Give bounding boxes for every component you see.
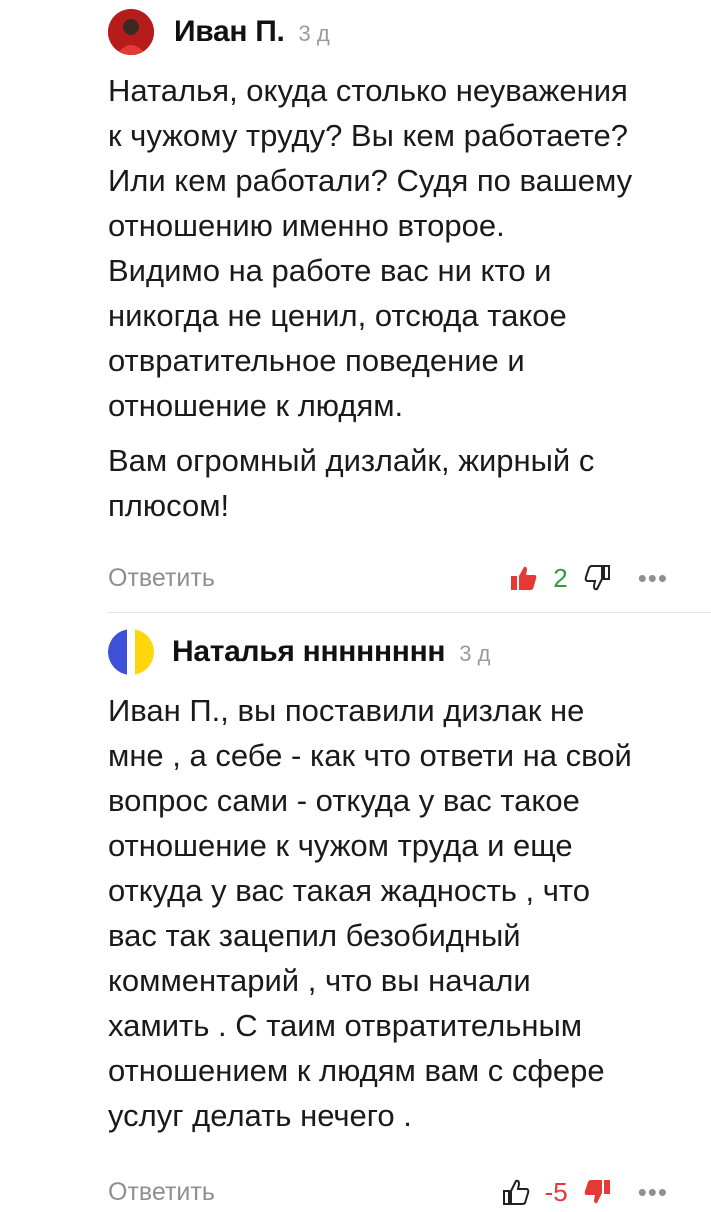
- thumbs-up-icon[interactable]: [509, 563, 539, 593]
- more-options-button[interactable]: •••: [638, 1177, 668, 1208]
- user-photo-icon: [108, 9, 154, 55]
- like-count: 2: [553, 562, 568, 593]
- comment-divider: [108, 612, 711, 613]
- comment-time: 3 д: [298, 21, 330, 46]
- author-name[interactable]: Иван П.: [174, 15, 285, 49]
- comment-paragraph: Иван П., вы поставили дизлак не мне , а …: [108, 693, 632, 1133]
- reply-button[interactable]: Ответить: [108, 1178, 215, 1207]
- reply-button[interactable]: Ответить: [108, 564, 215, 593]
- thumbs-up-icon[interactable]: [501, 1177, 531, 1207]
- avatar[interactable]: [108, 629, 154, 675]
- comment-body: Иван П., вы поставили дизлак не мне , а …: [108, 688, 688, 1148]
- like-count: -5: [544, 1176, 568, 1207]
- thumbs-down-icon[interactable]: [582, 563, 612, 593]
- comment-header: Наталья нннннннн 3 д: [108, 624, 490, 680]
- comment-paragraph: Вам огромный дизлайк, жирный с плюсом!: [108, 443, 595, 523]
- comment-time: 3 д: [459, 641, 491, 666]
- author-name[interactable]: Наталья нннннннн: [172, 635, 446, 669]
- comment-actions: Ответить 2 •••: [108, 558, 668, 598]
- comment-header: Иван П. 3 д: [108, 4, 330, 60]
- comment-actions: Ответить -5 •••: [108, 1172, 668, 1212]
- default-avatar-icon: [108, 629, 154, 675]
- more-options-button[interactable]: •••: [638, 563, 668, 594]
- comment-body: Наталья, окуда столько неуважения к чужо…: [108, 68, 688, 538]
- thumbs-down-icon[interactable]: [582, 1177, 612, 1207]
- avatar[interactable]: [108, 9, 154, 55]
- comment-paragraph: Наталья, окуда столько неуважения к чужо…: [108, 73, 633, 423]
